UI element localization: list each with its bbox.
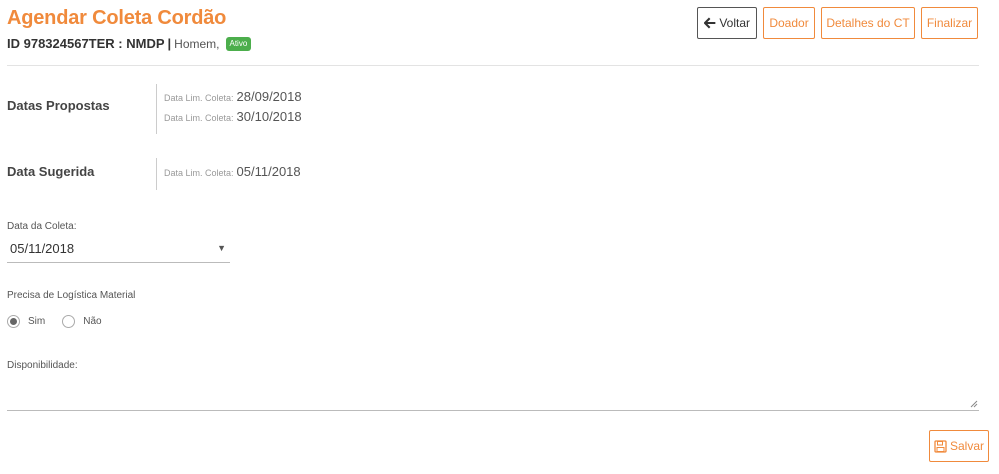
caret-down-icon: ▼	[217, 243, 226, 253]
resize-handle-icon[interactable]	[970, 400, 978, 408]
proposed-dates-divider	[156, 84, 157, 134]
suggested-date-value: 05/11/2018	[236, 164, 301, 179]
radio-nao[interactable]	[62, 315, 76, 328]
availability-textarea[interactable]	[7, 375, 979, 411]
page-title: Agendar Coleta Cordão	[7, 7, 227, 29]
suggested-date-divider	[156, 158, 157, 190]
save-disk-icon	[934, 439, 947, 453]
back-button[interactable]: Voltar	[697, 7, 757, 39]
donor-gender: Homem,	[174, 36, 220, 51]
donor-subtitle: ID 978324567TER : NMDP | Homem, Ativo	[7, 36, 252, 51]
save-button-label: Salvar	[949, 439, 984, 453]
proposed-dates-label: Datas Propostas	[7, 98, 110, 113]
radio-nao-label[interactable]: Não	[83, 316, 101, 327]
collection-date-label: Data da Coleta:	[7, 221, 77, 232]
suggested-date-row: Data Lim. Coleta: 05/11/2018	[164, 164, 301, 179]
radio-sim-label[interactable]: Sim	[28, 316, 45, 327]
status-badge: Ativo	[225, 36, 252, 51]
proposed-date-label: Data Lim. Coleta:	[164, 113, 234, 123]
proposed-date-value: 30/10/2018	[236, 109, 302, 124]
logistics-radio-group: Sim Não	[7, 315, 119, 328]
collection-date-select[interactable]: 05/11/2018 ▼	[7, 238, 230, 263]
availability-label: Disponibilidade:	[7, 360, 78, 371]
finalize-button[interactable]: Finalizar	[921, 7, 978, 39]
logistics-label: Precisa de Logística Material	[7, 290, 136, 301]
save-button[interactable]: Salvar	[929, 430, 989, 462]
suggested-date-field-label: Data Lim. Coleta:	[164, 168, 234, 178]
radio-sim[interactable]	[7, 315, 20, 328]
header-divider	[7, 65, 979, 66]
subtitle-separator: |	[167, 36, 172, 51]
back-button-label: Voltar	[719, 16, 750, 30]
proposed-date-row: Data Lim. Coleta: 28/09/2018	[164, 89, 302, 104]
donor-id: ID 978324567TER : NMDP	[7, 36, 165, 51]
collection-date-selected: 05/11/2018	[10, 241, 75, 256]
proposed-date-value: 28/09/2018	[236, 89, 302, 104]
arrow-left-icon	[704, 17, 716, 29]
proposed-date-label: Data Lim. Coleta:	[164, 93, 234, 103]
proposed-date-row: Data Lim. Coleta: 30/10/2018	[164, 109, 302, 124]
ct-details-button[interactable]: Detalhes do CT	[821, 7, 915, 39]
donor-button[interactable]: Doador	[763, 7, 815, 39]
suggested-date-label: Data Sugerida	[7, 164, 95, 179]
